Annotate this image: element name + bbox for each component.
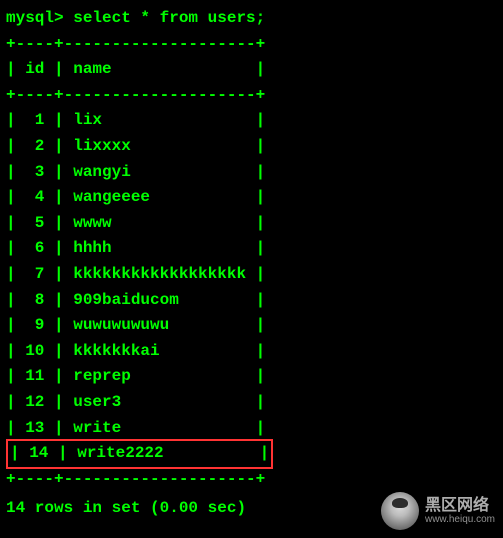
table-header: | id | name | <box>6 57 497 83</box>
table-row: | 7 | kkkkkkkkkkkkkkkkkk | <box>6 262 497 288</box>
table-row: | 5 | wwww | <box>6 211 497 237</box>
table-border-top: +----+--------------------+ <box>6 32 497 58</box>
table-row: | 10 | kkkkkkkai | <box>6 339 497 365</box>
table-row: | 11 | reprep | <box>6 364 497 390</box>
sql-prompt: mysql> select * from users; <box>6 6 497 32</box>
watermark: 黑区网络 www.heiqu.com <box>381 492 495 530</box>
table-row: | 3 | wangyi | <box>6 160 497 186</box>
table-row: | 8 | 909baiducom | <box>6 288 497 314</box>
table-row: | 4 | wangeeee | <box>6 185 497 211</box>
watermark-main: 黑区网络 <box>425 497 495 515</box>
table-row: | 1 | lix | <box>6 108 497 134</box>
mushroom-icon <box>381 492 419 530</box>
table-row: | 9 | wuwuwuwuwu | <box>6 313 497 339</box>
highlighted-row: | 14 | write2222 | <box>6 439 273 469</box>
watermark-sub: www.heiqu.com <box>425 514 495 525</box>
table-row: | 13 | write | <box>6 416 497 442</box>
table-row: | 12 | user3 | <box>6 390 497 416</box>
table-row: | 2 | lixxxx | <box>6 134 497 160</box>
table-row: | 6 | hhhh | <box>6 236 497 262</box>
table-body: | 1 | lix || 2 | lixxxx || 3 | wangyi ||… <box>6 108 497 466</box>
table-row: | 14 | write2222 | <box>6 441 497 467</box>
watermark-text: 黑区网络 www.heiqu.com <box>425 497 495 526</box>
table-border-bottom: +----+--------------------+ <box>6 467 497 493</box>
table-border-mid: +----+--------------------+ <box>6 83 497 109</box>
